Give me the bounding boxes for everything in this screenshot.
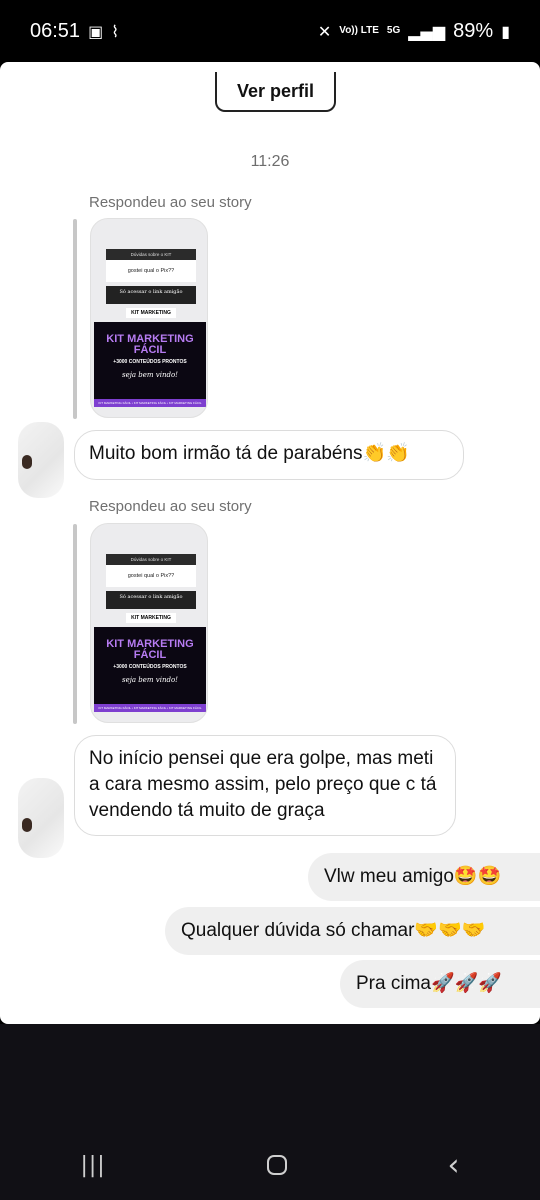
incoming-message[interactable]: No início pensei que era golpe, mas meti… [74,735,456,836]
avatar[interactable] [18,778,64,858]
story-banner: KIT MARKETING FÁCIL +3000 CONTEÚDOS PRON… [94,627,206,712]
gen-label: 5G [386,25,401,36]
back-icon[interactable]: ‹ [448,1148,460,1183]
story-banner: KIT MARKETING FÁCIL +3000 CONTEÚDOS PRON… [94,322,206,407]
outgoing-message[interactable]: Pra cima🚀🚀🚀 [340,960,540,1008]
story-kit-tag: KIT MARKETING [126,308,176,318]
battery-icon: ▮ [501,21,510,41]
avatar-photo [22,455,32,469]
story-title: KIT MARKETING FÁCIL [106,638,194,661]
status-time: 06:51 [30,19,81,42]
message-timestamp: 11:26 [250,153,290,170]
story-kit-tag: KIT MARKETING [126,613,176,623]
home-icon[interactable] [266,1155,287,1175]
outgoing-message[interactable]: Vlw meu amigo🤩🤩 [308,853,540,901]
reply-quote-bar [73,524,77,724]
system-nav-bar: ||| ‹ [0,1140,540,1190]
story-subtitle: +3000 CONTEÚDOS PRONTOS [113,664,187,670]
story-thumbnail[interactable]: Dúvidas sobre o KIT gostei qual o Pix?? … [90,218,208,418]
story-script: seja bem vindo! [122,676,178,684]
status-left: 06:51 ▣ ⌇ [30,20,119,43]
gallery-icon: ▣ [88,21,104,41]
story-title: KIT MARKETING FÁCIL [106,333,194,356]
chat-thread[interactable]: Ver perfil 11:26 Respondeu ao seu story … [0,62,540,1024]
outgoing-message[interactable]: Qualquer dúvida só chamar🤝🤝🤝 [165,907,540,955]
story-link-text: Só acessar o link amigão [106,591,196,609]
signal-icon: ⌇ [111,21,119,41]
avatar-photo [22,818,32,832]
recent-apps-icon[interactable]: ||| [80,1153,105,1178]
story-question: gostei qual o Pix?? [106,565,196,587]
story-reply-label: Respondeu ao seu story [89,194,252,211]
mute-icon: ✕ [317,21,332,41]
reply-quote-bar [73,219,77,419]
story-strip: KIT MARKETING FÁCIL • KIT MARKETING FÁCI… [94,399,206,407]
status-right: ✕ Vo)) LTE 5G ▂▄▆ 89% ▮ [318,20,510,43]
status-bar: 06:51 ▣ ⌇ ✕ Vo)) LTE 5G ▂▄▆ 89% ▮ [0,0,540,62]
view-profile-button[interactable]: Ver perfil [215,72,336,112]
story-reply-label: Respondeu ao seu story [89,498,252,515]
incoming-message[interactable]: Muito bom irmão tá de parabéns👏👏 [74,430,464,480]
story-subtitle: +3000 CONTEÚDOS PRONTOS [113,359,187,365]
network-label: Vo)) LTE [339,25,379,36]
story-question: gostei qual o Pix?? [106,260,196,282]
story-top-text: Dúvidas sobre o KIT [106,554,196,565]
story-strip: KIT MARKETING FÁCIL • KIT MARKETING FÁCI… [94,704,206,712]
signal-bars-icon: ▂▄▆ [408,21,446,41]
avatar[interactable] [18,422,64,498]
story-script: seja bem vindo! [122,371,178,379]
story-top-text: Dúvidas sobre o KIT [106,249,196,260]
story-link-text: Só acessar o link amigão [106,286,196,304]
battery-percent: 89% [453,19,494,42]
story-thumbnail[interactable]: Dúvidas sobre o KIT gostei qual o Pix?? … [90,523,208,723]
